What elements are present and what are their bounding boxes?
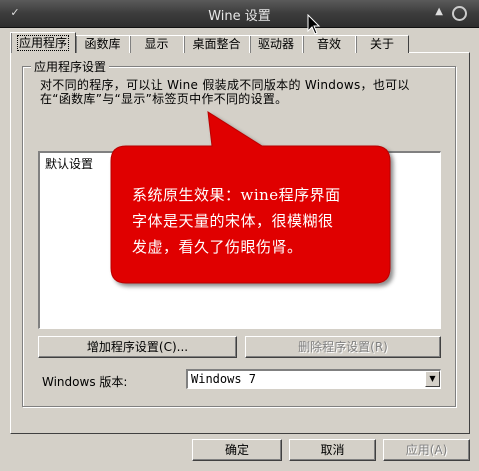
- tab-applications[interactable]: 应用程序: [10, 32, 76, 53]
- annotation-text: 系统原生效果：wine程序界面 字体是天量的宋体，很模糊很 发虚，看久了伤眼伤肾…: [132, 182, 392, 260]
- annotation-line-2: 字体是天量的宋体，很模糊很: [132, 212, 334, 230]
- annotation-line-3: 发虚，看久了伤眼伤肾。: [132, 238, 303, 256]
- wine-config-window: ✓ Wine 设置 ▲ 应用程序 函数库 显示 桌面整合 驱动器 音效 关于 应…: [0, 0, 479, 471]
- annotation-line-1: 系统原生效果：wine程序界面: [132, 186, 341, 204]
